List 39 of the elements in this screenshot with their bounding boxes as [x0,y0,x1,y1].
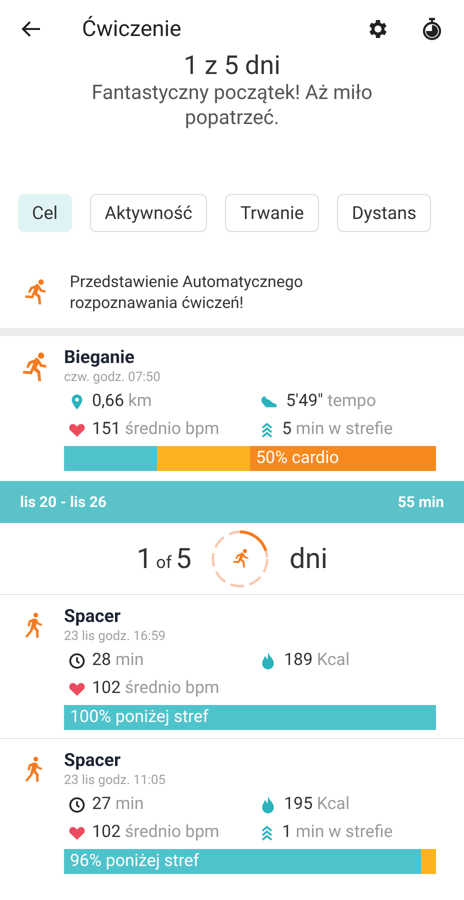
week-progress-count: 1 of 5 [136,540,192,576]
stat-text: 1 min w strefie [282,821,393,844]
filter-tab[interactable]: Aktywność [90,194,208,232]
promo-text[interactable]: Przedstawienie Automatycznego rozpoznawania ćwiczeń! [70,271,444,313]
clock-icon [68,652,86,670]
clock-icon [68,796,86,814]
filter-tab[interactable]: Trwanie [225,194,319,232]
activity-name: Spacer [64,749,122,773]
activity-time: 23 lis godz. 16:59 [64,629,167,645]
goal-count-text: 1 z 5 dni [184,52,280,80]
goal-message: Fantastyczny początek! Aż miło popatrzeć. [90,80,374,130]
zone-bar-label: 50% cardio [255,446,339,470]
filter-tab[interactable]: Dystans [336,194,432,232]
activity-time: 23 lis godz. 11:05 [64,773,167,789]
stat-text: 5 min w strefie [282,418,393,442]
stat-text: 195 Kcal [284,793,350,816]
week-range: lis 20 - lis 26 [20,492,107,513]
stat-text: 102 średnio bpm [92,821,220,844]
stat-text: 28 min [92,649,144,672]
stat-text: 102 średnio bpm [92,677,220,700]
progress-ring [209,528,272,590]
heart-icon [68,421,86,439]
page-title: Ćwiczenie [82,14,182,44]
activity-time: czw. godz. 07:50 [64,370,162,386]
filter-tab[interactable]: Cel [18,194,72,232]
stat-text: 5'49" tempo [286,390,376,414]
zone-bar-label: 96% poniżej stref [69,850,200,873]
zone-bar-label: 100% poniżej stref [69,706,209,729]
week-progress-unit: dni [289,540,328,576]
heart-icon [68,680,86,698]
stat-text: 189 Kcal [284,649,350,672]
heart-icon [68,824,86,842]
stat-text: 27 min [92,793,144,816]
stopwatch-icon[interactable] [420,16,444,42]
activity-name: Spacer [64,605,122,629]
stat-text: 151 średnio bpm [92,418,220,442]
activity-name: Bieganie [64,346,136,370]
stat-text: 0,66 km [92,390,152,414]
week-total: 55 min [398,492,444,513]
